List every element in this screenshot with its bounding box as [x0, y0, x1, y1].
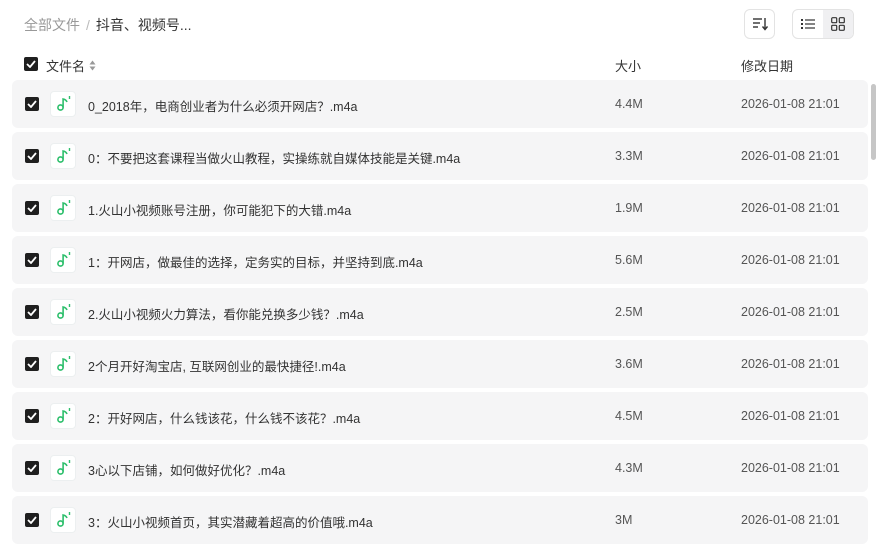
- breadcrumb-separator: /: [86, 17, 90, 33]
- file-modified-date: 2026-01-08 21:01: [741, 409, 840, 423]
- top-bar: 全部文件 / 抖音、视频号...: [0, 0, 878, 48]
- sort-icon: [752, 18, 768, 31]
- table-row[interactable]: 1.火山小视频账号注册，你可能犯下的大错.m4a 1.9M 2026-01-08…: [12, 184, 868, 232]
- audio-file-icon: [50, 507, 76, 533]
- row-checkbox[interactable]: [25, 149, 39, 163]
- select-all-checkbox[interactable]: [24, 57, 38, 71]
- table-row[interactable]: 2个月开好淘宝店, 互联网创业的最快捷径!.m4a 3.6M 2026-01-0…: [12, 340, 868, 388]
- vertical-scrollbar[interactable]: [871, 80, 876, 550]
- audio-file-icon: [50, 455, 76, 481]
- column-header-size[interactable]: 大小: [615, 56, 641, 75]
- file-size: 3.3M: [615, 149, 643, 163]
- file-modified-date: 2026-01-08 21:01: [741, 513, 840, 527]
- scrollbar-thumb[interactable]: [871, 84, 876, 160]
- row-checkbox[interactable]: [25, 201, 39, 215]
- grid-view-icon: [831, 17, 845, 31]
- file-modified-date: 2026-01-08 21:01: [741, 357, 840, 371]
- file-name[interactable]: 2个月开好淘宝店, 互联网创业的最快捷径!.m4a: [88, 356, 346, 375]
- file-modified-date: 2026-01-08 21:01: [741, 305, 840, 319]
- column-header-modified[interactable]: 修改日期: [741, 56, 793, 75]
- row-checkbox[interactable]: [25, 461, 39, 475]
- view-toggle-group: [792, 9, 854, 39]
- file-name[interactable]: 3：火山小视频首页，其实潜藏着超高的价值哦.m4a: [88, 512, 373, 531]
- grid-view-button[interactable]: [823, 10, 853, 38]
- row-checkbox[interactable]: [25, 253, 39, 267]
- file-modified-date: 2026-01-08 21:01: [741, 149, 840, 163]
- file-name[interactable]: 1.火山小视频账号注册，你可能犯下的大错.m4a: [88, 200, 351, 219]
- breadcrumb-root-link[interactable]: 全部文件: [24, 15, 80, 35]
- file-modified-date: 2026-01-08 21:01: [741, 97, 840, 111]
- file-name[interactable]: 1：开网店，做最佳的选择，定务实的目标，并坚持到底.m4a: [88, 252, 423, 271]
- file-size: 4.4M: [615, 97, 643, 111]
- check-icon: [27, 204, 37, 212]
- file-name[interactable]: 0：不要把这套课程当做火山教程，实操练就自媒体技能是关键.m4a: [88, 148, 460, 167]
- sort-button[interactable]: [744, 9, 775, 39]
- file-name[interactable]: 0_2018年，电商创业者为什么必须开网店？.m4a: [88, 96, 358, 115]
- file-size: 3.6M: [615, 357, 643, 371]
- check-icon: [27, 256, 37, 264]
- check-icon: [27, 152, 37, 160]
- row-checkbox[interactable]: [25, 97, 39, 111]
- column-header-name-label: 文件名: [46, 59, 86, 74]
- audio-file-icon: [50, 143, 76, 169]
- file-size: 3M: [615, 513, 633, 527]
- table-row[interactable]: 0：不要把这套课程当做火山教程，实操练就自媒体技能是关键.m4a 3.3M 20…: [12, 132, 868, 180]
- list-view-button[interactable]: [793, 10, 823, 38]
- column-header-name[interactable]: 文件名: [46, 56, 96, 75]
- table-row[interactable]: 2：开好网店，什么钱该花，什么钱不该花？.m4a 4.5M 2026-01-08…: [12, 392, 868, 440]
- file-size: 4.5M: [615, 409, 643, 423]
- row-checkbox[interactable]: [25, 409, 39, 423]
- breadcrumb-current: 抖音、视频号...: [95, 17, 192, 33]
- file-size: 2.5M: [615, 305, 643, 319]
- file-modified-date: 2026-01-08 21:01: [741, 461, 840, 475]
- audio-file-icon: [50, 351, 76, 377]
- table-header: 文件名 大小 修改日期: [0, 52, 878, 76]
- audio-file-icon: [50, 247, 76, 273]
- row-checkbox[interactable]: [25, 305, 39, 319]
- check-icon: [27, 308, 37, 316]
- file-modified-date: 2026-01-08 21:01: [741, 201, 840, 215]
- breadcrumb: 全部文件 / 抖音、视频号...: [24, 15, 192, 35]
- check-icon: [27, 412, 37, 420]
- file-size: 1.9M: [615, 201, 643, 215]
- sort-caret-icon: [89, 60, 96, 71]
- file-size: 5.6M: [615, 253, 643, 267]
- check-icon: [26, 60, 36, 68]
- file-size: 4.3M: [615, 461, 643, 475]
- table-row[interactable]: 3心以下店铺，如何做好优化？.m4a 4.3M 2026-01-08 21:01: [12, 444, 868, 492]
- table-row[interactable]: 2.火山小视频火力算法，看你能兑换多少钱？.m4a 2.5M 2026-01-0…: [12, 288, 868, 336]
- audio-file-icon: [50, 299, 76, 325]
- audio-file-icon: [50, 403, 76, 429]
- row-checkbox[interactable]: [25, 357, 39, 371]
- check-icon: [27, 464, 37, 472]
- list-view-icon: [801, 19, 815, 29]
- table-row[interactable]: 1：开网店，做最佳的选择，定务实的目标，并坚持到底.m4a 5.6M 2026-…: [12, 236, 868, 284]
- table-row[interactable]: 0_2018年，电商创业者为什么必须开网店？.m4a 4.4M 2026-01-…: [12, 80, 868, 128]
- row-checkbox[interactable]: [25, 513, 39, 527]
- check-icon: [27, 516, 37, 524]
- file-modified-date: 2026-01-08 21:01: [741, 253, 840, 267]
- audio-file-icon: [50, 195, 76, 221]
- check-icon: [27, 100, 37, 108]
- table-row[interactable]: 3：火山小视频首页，其实潜藏着超高的价值哦.m4a 3M 2026-01-08 …: [12, 496, 868, 544]
- check-icon: [27, 360, 37, 368]
- audio-file-icon: [50, 91, 76, 117]
- file-name[interactable]: 3心以下店铺，如何做好优化？.m4a: [88, 460, 285, 479]
- file-name[interactable]: 2：开好网店，什么钱该花，什么钱不该花？.m4a: [88, 408, 360, 427]
- file-name[interactable]: 2.火山小视频火力算法，看你能兑换多少钱？.m4a: [88, 304, 364, 323]
